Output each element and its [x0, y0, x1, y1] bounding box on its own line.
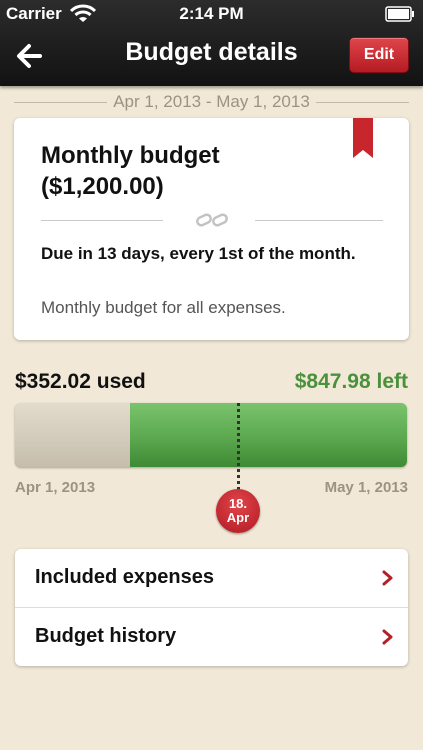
period-start-date: Apr 1, 2013 [15, 479, 96, 496]
menu-item-budget-history[interactable]: Budget history [15, 607, 408, 666]
edit-button[interactable]: Edit [349, 37, 409, 73]
budget-description: Monthly budget for all expenses. [41, 298, 286, 317]
today-day: 18. [228, 496, 248, 511]
bookmark-ribbon-icon [353, 118, 373, 158]
due-text: Due in 13 days, every 1st of the month. [41, 244, 356, 263]
used-amount: $352.02 used [15, 370, 146, 393]
chevron-right-icon [382, 629, 393, 645]
budget-card: Monthly budget ($1,200.00) Due in 13 day… [14, 118, 409, 340]
budget-title: Monthly budget ($1,200.00) [41, 140, 220, 202]
link-icon [196, 213, 228, 227]
back-button[interactable] [12, 38, 50, 74]
today-date-badge: 18. Apr [216, 489, 260, 533]
today-marker-line [237, 403, 240, 496]
card-divider [41, 210, 383, 230]
used-portion [15, 403, 130, 467]
menu-item-label: Budget history [35, 625, 177, 647]
menu-item-included-expenses[interactable]: Included expenses [15, 549, 408, 607]
budget-amount: ($1,200.00) [41, 173, 164, 200]
menu-item-label: Included expenses [35, 566, 214, 588]
battery-icon [385, 6, 414, 22]
chevron-right-icon [382, 570, 393, 586]
top-bar: Carrier 2:14 PM Budget details Edit [0, 0, 423, 86]
left-amount: $847.98 left [294, 370, 408, 393]
period-end-date: May 1, 2013 [324, 479, 408, 496]
status-bar: Carrier 2:14 PM [0, 0, 423, 28]
back-arrow-icon [17, 44, 42, 68]
budget-progress-bar [15, 403, 407, 467]
status-time: 2:14 PM [179, 4, 244, 23]
options-menu: Included expenses Budget history [15, 549, 408, 666]
today-month: Apr [226, 510, 250, 525]
date-range-divider: Apr 1, 2013 - May 1, 2013 [14, 92, 409, 112]
budget-name: Monthly budget [41, 142, 220, 169]
date-range-label: Apr 1, 2013 - May 1, 2013 [107, 92, 316, 111]
navigation-bar: Budget details Edit [0, 28, 423, 86]
